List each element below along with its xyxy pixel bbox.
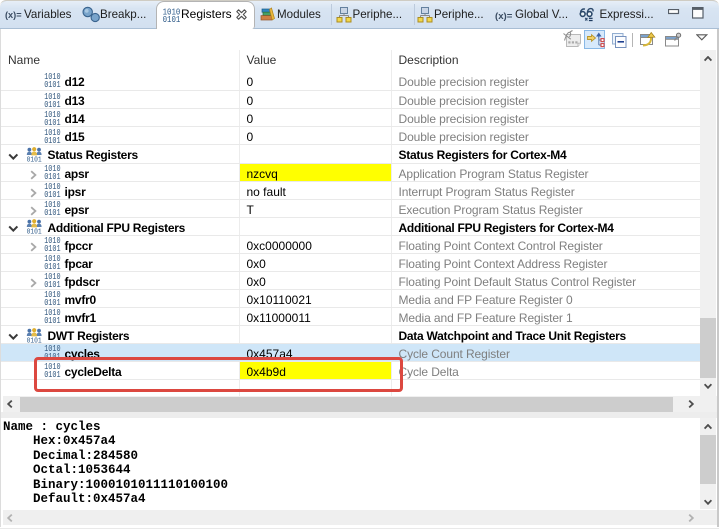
svg-text:(x)=: (x)= <box>5 10 22 20</box>
svg-text:0101: 0101 <box>44 100 61 109</box>
svg-text:0101: 0101 <box>163 14 180 23</box>
svg-text:0101: 0101 <box>44 262 61 271</box>
svg-text:(x)=: (x)= <box>495 11 513 22</box>
svg-text:0101: 0101 <box>44 298 61 307</box>
svg-text:0101: 0101 <box>44 280 61 289</box>
svg-text:0101: 0101 <box>44 136 61 145</box>
svg-text:0101: 0101 <box>44 172 61 181</box>
svg-text:0101: 0101 <box>44 118 61 127</box>
svg-text:0101: 0101 <box>44 81 61 90</box>
svg-text:0101: 0101 <box>44 317 61 326</box>
svg-text:0101: 0101 <box>44 244 61 253</box>
svg-text:0101: 0101 <box>44 190 61 199</box>
svg-text:0101: 0101 <box>44 208 61 217</box>
